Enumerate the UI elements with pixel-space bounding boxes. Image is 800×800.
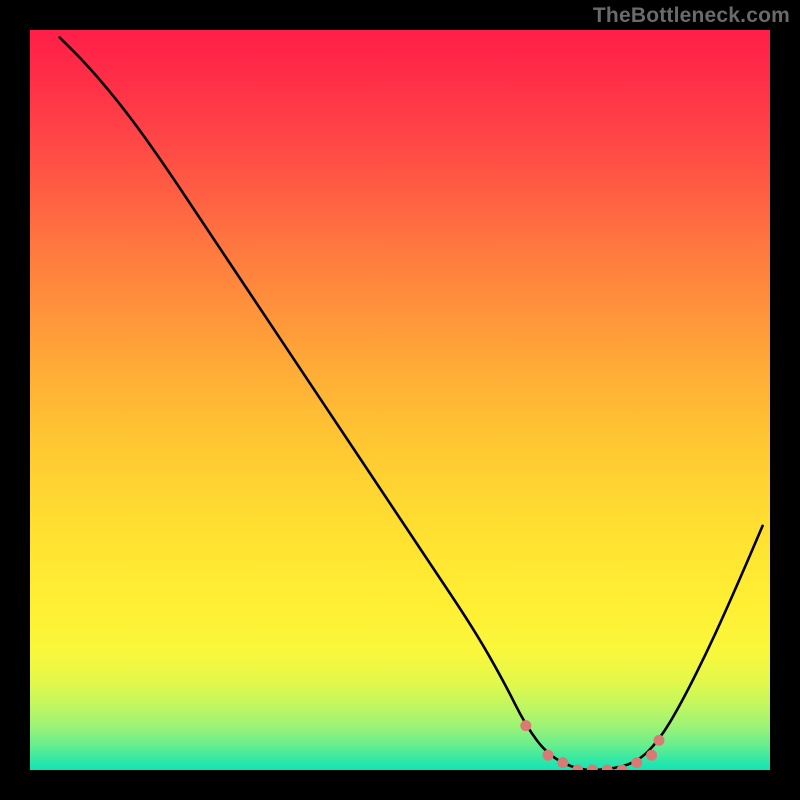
marker-dot <box>573 765 583 770</box>
marker-dot <box>587 765 597 770</box>
marker-dot <box>602 765 612 770</box>
bottleneck-curve <box>60 37 763 770</box>
marker-dot <box>543 750 553 760</box>
marker-dot <box>558 758 568 768</box>
chart-frame: TheBottleneck.com <box>0 0 800 800</box>
marker-dot <box>654 735 664 745</box>
marker-dot <box>632 758 642 768</box>
marker-dot <box>521 721 531 731</box>
plot-area <box>30 30 770 770</box>
watermark-text: TheBottleneck.com <box>593 4 790 28</box>
marker-dot <box>647 750 657 760</box>
chart-overlay <box>30 30 770 770</box>
